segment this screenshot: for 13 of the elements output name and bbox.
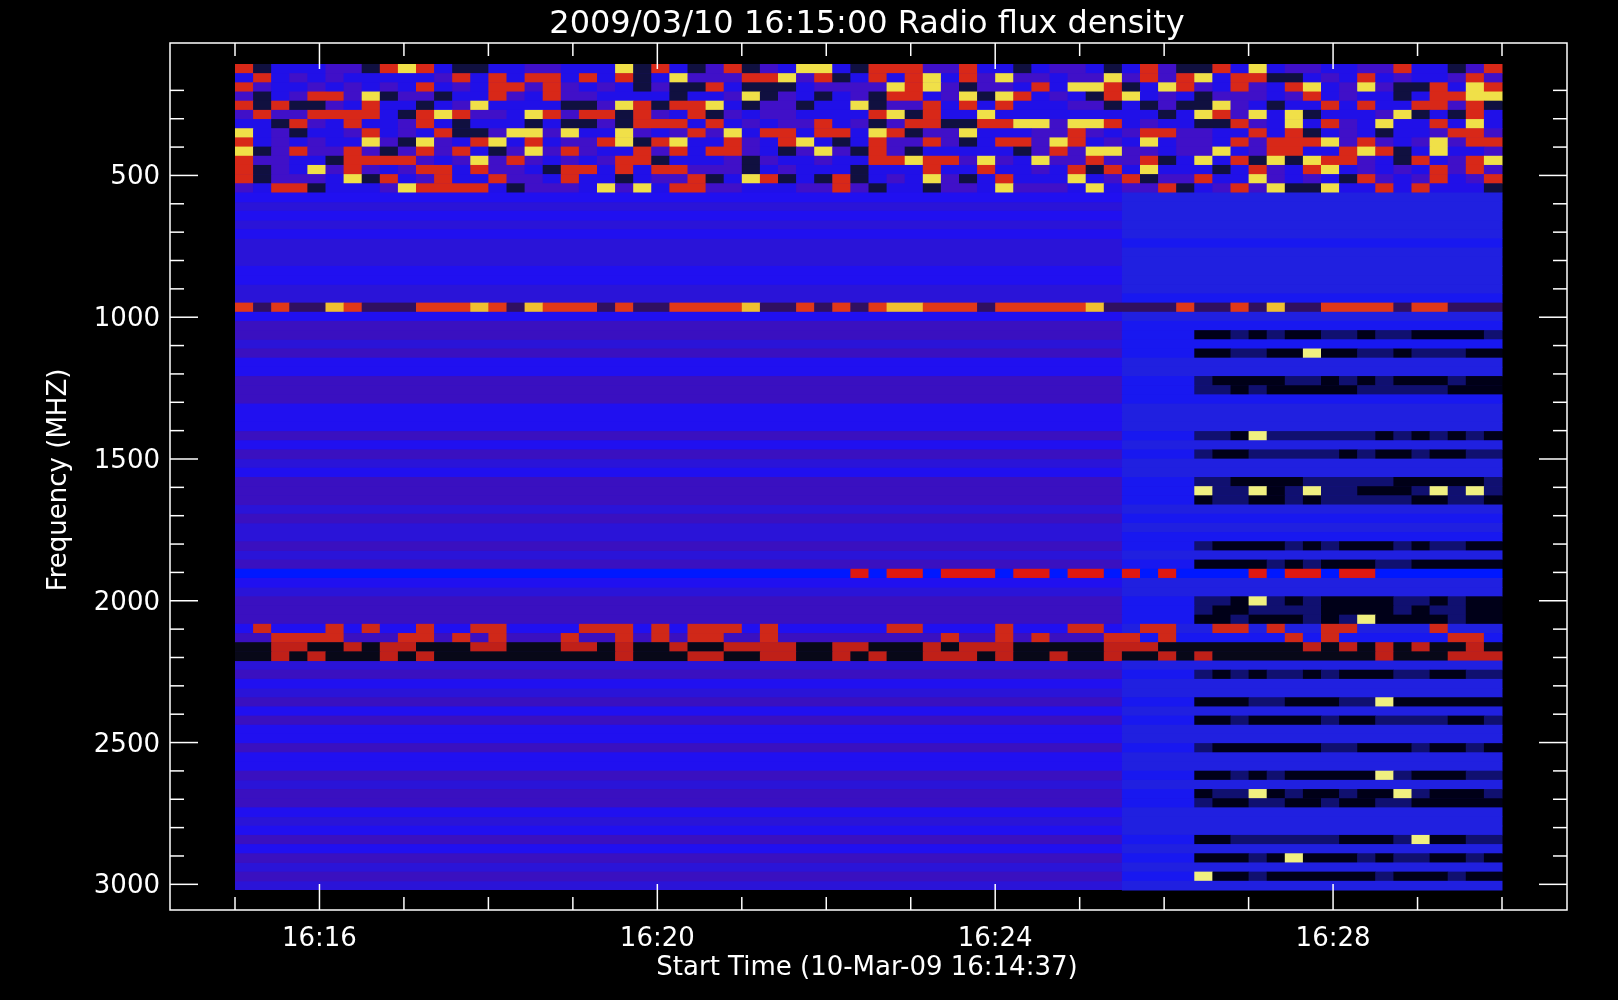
y-tick-label: 500 xyxy=(110,160,160,191)
plot-title: 2009/03/10 16:15:00 Radio flux density xyxy=(549,3,1185,41)
x-tick-label: 16:16 xyxy=(282,922,357,952)
y-tick-label: 2000 xyxy=(93,585,160,616)
x-tick-label: 16:28 xyxy=(1295,922,1371,952)
y-tick-label: 2500 xyxy=(93,727,160,758)
y-tick-label: 1500 xyxy=(93,444,160,474)
y-axis-label: Frequency (MHZ) xyxy=(42,368,72,592)
x-axis-label: Start Time (10-Mar-09 16:14:37) xyxy=(656,951,1078,981)
y-tick-label: 3000 xyxy=(93,869,160,900)
x-tick-label: 16:20 xyxy=(619,922,695,952)
y-tick-label: 1000 xyxy=(93,302,160,333)
x-tick-label: 16:24 xyxy=(957,922,1033,952)
